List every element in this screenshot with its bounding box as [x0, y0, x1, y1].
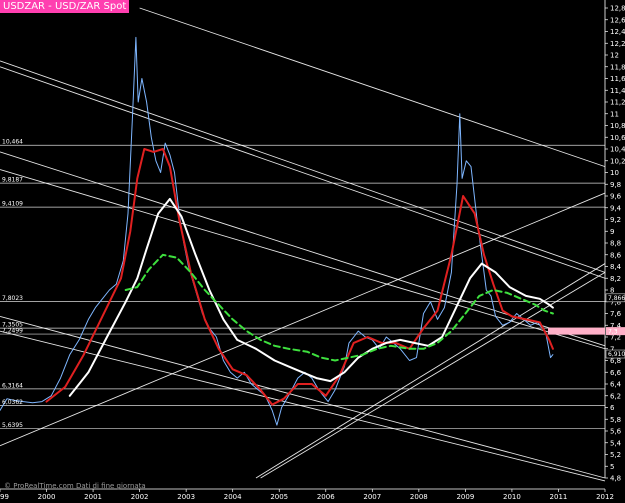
y-tick-label: 9,4 [610, 204, 622, 212]
y-tick-label: 9 [610, 228, 614, 236]
level-label: 7,2499 [2, 328, 23, 335]
x-tick-label: 2008 [410, 493, 428, 501]
level-label: 6,3164 [2, 382, 23, 389]
x-tick-label: 2010 [503, 493, 521, 501]
y-tick-label: 11,4 [610, 87, 625, 95]
y-tick-label: 8,8 [610, 240, 621, 248]
y-tick-label: 6,6 [610, 369, 622, 377]
y-tick-label: 11,2 [610, 99, 625, 107]
y-tick-label: 9,8 [610, 181, 621, 189]
usdzar-chart: 10,4649,81879,41097,80237,35057,24996,31… [0, 0, 625, 501]
x-axis: 1999 2000 2001 2002 2003 2004 2005 2006 2007 2008… [0, 488, 614, 501]
y-tick-label: 12 [610, 52, 619, 60]
x-tick-label: 2004 [224, 493, 242, 501]
y-tick-label: 8 [610, 287, 614, 295]
price-marker-label: 7,8665 [608, 295, 625, 302]
x-tick-label: 2003 [177, 493, 195, 501]
y-tick-label: 10,2 [610, 157, 625, 165]
y-tick-label: 8,4 [610, 263, 622, 271]
y-tick-label: 9,2 [610, 216, 621, 224]
level-label: 6,0362 [2, 399, 23, 406]
level-label: 5,6395 [2, 422, 23, 429]
x-tick-label: 2011 [550, 493, 568, 501]
y-tick-label: 6 [610, 404, 615, 412]
y-tick-label: 12,8 [610, 5, 625, 13]
y-tick-label: 5,2 [610, 451, 621, 459]
trendline [0, 66, 606, 279]
level-label: 9,4109 [2, 201, 23, 208]
trendline [0, 330, 606, 482]
y-tick-label: 11,8 [610, 63, 625, 71]
y-axis: 4,855,25,45,65,866,26,46,66,877,27,47,67… [604, 0, 625, 483]
x-tick-label: 2001 [84, 493, 102, 501]
y-tick-label: 10 [610, 169, 619, 177]
x-tick-label: 2009 [456, 493, 474, 501]
chart-gridlines [0, 144, 605, 430]
watermark: © ProRealTime.com Dati di fine giornata [4, 482, 146, 490]
y-tick-label: 10,6 [610, 134, 625, 142]
x-tick-label: 1999 [0, 493, 9, 501]
y-tick-label: 10,8 [610, 122, 625, 130]
x-tick-label: 2006 [317, 493, 335, 501]
x-tick-label: 2002 [131, 493, 149, 501]
trendline [260, 271, 606, 479]
y-tick-label: 12,2 [610, 40, 625, 48]
price-marker-label: 7,3 [608, 328, 618, 335]
x-tick-label: 2007 [363, 493, 381, 501]
x-tick-label: 2012 [596, 493, 614, 501]
y-tick-label: 5,8 [610, 416, 621, 424]
y-tick-label: 5,6 [610, 428, 622, 436]
y-tick-label: 7,6 [610, 310, 622, 318]
trendline [255, 263, 606, 479]
chart-title: USDZAR - USD/ZAR Spot [0, 0, 130, 13]
chart-trendlines [0, 7, 606, 482]
price-marker-band [548, 327, 605, 335]
level-label: 7,8023 [2, 295, 23, 302]
y-tick-label: 5,4 [610, 439, 622, 447]
trendline [0, 169, 606, 350]
y-tick-label: 11 [610, 110, 619, 118]
series-line [45, 148, 554, 406]
y-tick-label: 6,2 [610, 392, 621, 400]
y-tick-label: 6,4 [610, 381, 622, 389]
x-tick-label: 2005 [270, 493, 288, 501]
y-tick-label: 11,6 [610, 75, 625, 83]
level-labels: 10,4649,81879,41097,80237,35057,24996,31… [2, 139, 23, 429]
y-tick-label: 12,6 [610, 16, 625, 24]
trendline [139, 7, 606, 168]
y-tick-label: 10,4 [610, 146, 625, 154]
level-label: 9,8187 [2, 177, 23, 184]
y-tick-label: 8,6 [610, 251, 622, 259]
y-tick-label: 4,8 [610, 475, 621, 483]
level-label: 10,464 [2, 139, 23, 146]
y-tick-label: 12,4 [610, 28, 625, 36]
y-tick-label: 9,6 [610, 193, 622, 201]
x-tick-label: 2000 [38, 493, 56, 501]
y-tick-label: 5 [610, 463, 614, 471]
y-tick-label: 8,2 [610, 275, 621, 283]
price-marker-label: 6,9102 [608, 351, 625, 358]
trendline [0, 60, 606, 273]
